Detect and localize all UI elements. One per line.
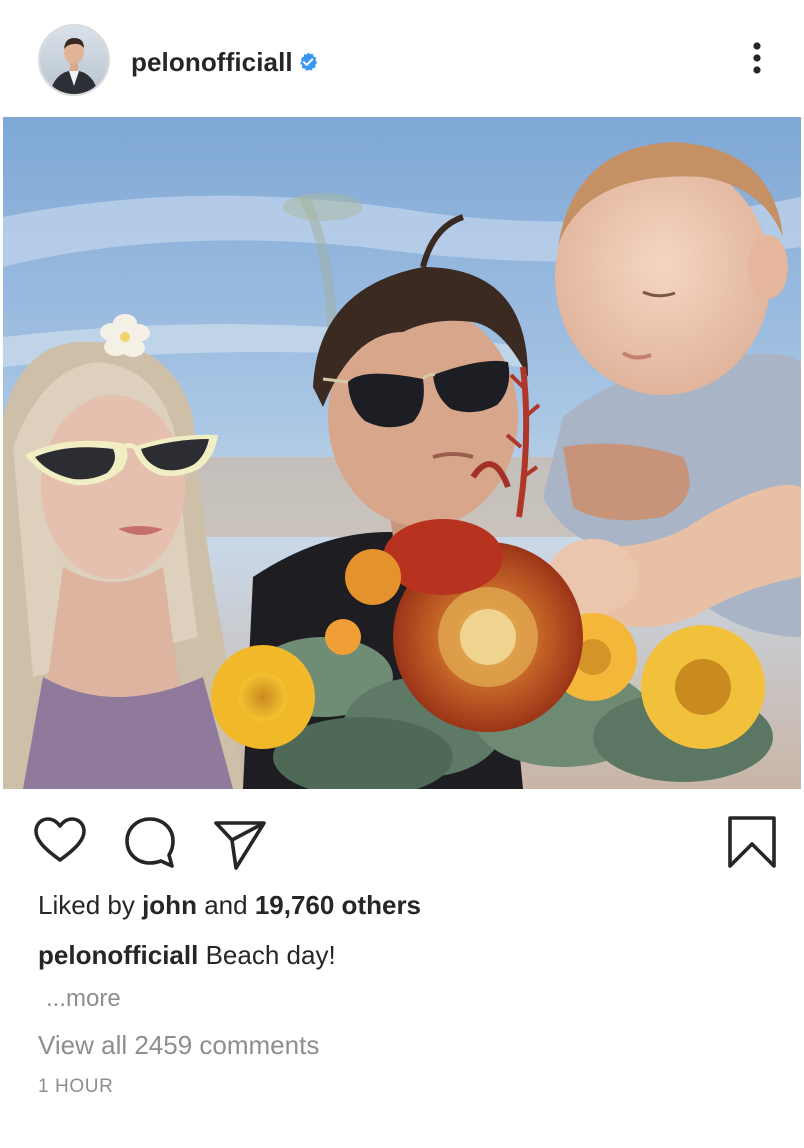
liked-by-user[interactable]: john (142, 890, 197, 920)
send-icon[interactable] (212, 814, 268, 870)
bookmark-icon[interactable] (724, 814, 780, 870)
comment-icon[interactable] (122, 814, 178, 870)
likes-conjunction: and (204, 890, 248, 920)
likes-others-count[interactable]: 19,760 others (255, 890, 421, 920)
view-all-comments-link[interactable]: View all 2459 comments (38, 1030, 319, 1061)
post-timestamp: 1 HOUR (38, 1076, 114, 1097)
verified-badge-icon (299, 52, 317, 71)
caption-username[interactable]: pelonofficiall (38, 940, 198, 970)
likes-summary: Liked by john and 19,760 others (38, 890, 421, 921)
post-actions (0, 800, 804, 880)
post-header: pelonofficiall (0, 0, 804, 119)
likes-prefix: Liked by (38, 890, 135, 920)
heart-icon[interactable] (32, 814, 88, 870)
post-username[interactable]: pelonofficiall (131, 47, 293, 78)
instagram-post: pelonofficiall Liked by john and 19,760 … (0, 0, 804, 1148)
caption-text: Beach day! (205, 940, 336, 970)
profile-avatar[interactable] (38, 24, 110, 96)
avatar-image (40, 26, 108, 94)
photo-image (3, 117, 801, 789)
more-options-vertical-icon[interactable] (737, 38, 777, 78)
caption-more-link[interactable]: ...more (46, 985, 121, 1013)
post-photo[interactable] (3, 117, 801, 789)
username-row: pelonofficiall (131, 42, 319, 82)
post-caption: pelonofficiall Beach day! (38, 940, 336, 971)
